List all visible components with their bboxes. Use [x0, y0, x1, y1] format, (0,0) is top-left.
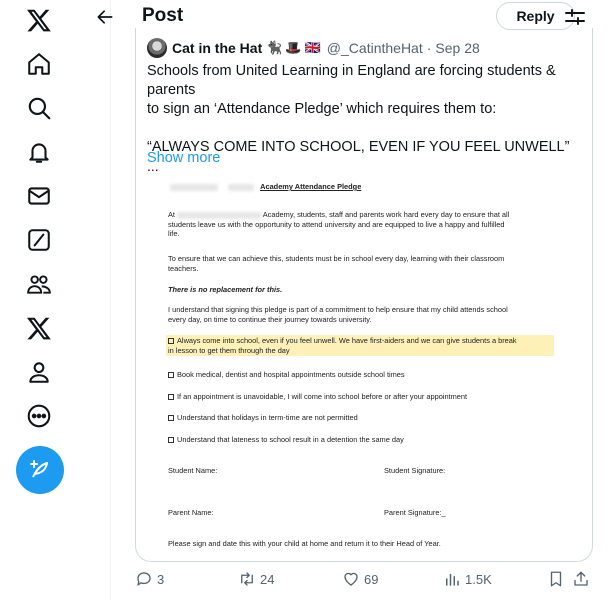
top-hat-emoji: 🎩 — [285, 40, 302, 56]
compose-post-button[interactable] — [16, 446, 64, 494]
doc-text: Book medical, dentist and hospital appoi… — [177, 370, 405, 379]
like-action[interactable]: 69 — [342, 570, 378, 588]
repost-action[interactable]: 24 — [238, 570, 274, 588]
share-action[interactable] — [572, 570, 594, 588]
column-divider — [110, 0, 111, 600]
text-line: to sign an ‘Attendance Pledge’ which req… — [147, 101, 497, 117]
doc-title: Academy Attendance Pledge — [260, 182, 362, 191]
avatar[interactable] — [147, 38, 167, 58]
x-logo-icon[interactable] — [19, 0, 59, 40]
doc-text: At — [168, 210, 175, 219]
doc-header: Academy Attendance Pledge — [170, 182, 361, 192]
views-action[interactable]: 1.5K — [443, 570, 492, 588]
separator-dot: · — [426, 40, 432, 56]
doc-text: Understand that lateness to school resul… — [177, 435, 404, 444]
doc-paragraph-4: I understand that signing this pledge is… — [168, 305, 578, 324]
communities-icon[interactable] — [19, 264, 59, 304]
post-date[interactable]: Sep 28 — [435, 40, 479, 56]
feather-plus-icon — [30, 460, 48, 478]
reply-count: 3 — [157, 571, 165, 587]
doc-text: Understand that holidays in term-time ar… — [177, 413, 358, 422]
settings-sliders-icon[interactable] — [563, 5, 587, 29]
doc-text: If an appointment is unavoidable, I will… — [177, 392, 468, 401]
doc-item: Understand that holidays in term-time ar… — [168, 413, 358, 423]
doc-item: Understand that lateness to school resul… — [168, 435, 404, 445]
bookmark-icon — [550, 571, 562, 587]
doc-text: every day, on time to continue their jou… — [168, 314, 372, 324]
text-line: Schools from United Learning in England … — [147, 63, 556, 98]
home-icon[interactable] — [19, 44, 59, 84]
doc-text: To ensure that we can achieve this, stud… — [168, 254, 505, 263]
doc-emphasis: There is no replacement for this. — [168, 285, 283, 294]
uk-flag-emoji: 🇬🇧 — [304, 40, 321, 56]
back-arrow-icon[interactable] — [93, 5, 117, 29]
notifications-bell-icon[interactable] — [19, 132, 59, 172]
doc-item: If an appointment is unavoidable, I will… — [168, 392, 467, 402]
post-actions-bar: 3 24 69 1.5K — [135, 570, 605, 592]
doc-text: teachers. — [168, 263, 199, 273]
doc-text: in lesson to get them through the day — [168, 345, 290, 355]
doc-text: I understand that signing this pledge is… — [168, 305, 508, 314]
doc-parent-signature: Parent Signature:_ — [384, 508, 446, 517]
checkbox-icon — [168, 415, 174, 421]
analytics-bars-icon — [446, 573, 459, 586]
more-icon[interactable] — [19, 396, 59, 436]
show-more-link[interactable]: Show more — [147, 150, 220, 166]
checkbox-icon — [168, 338, 174, 344]
premium-x-icon[interactable] — [19, 308, 59, 348]
doc-item: Book medical, dentist and hospital appoi… — [168, 370, 405, 380]
doc-parent-name: Parent Name: — [168, 508, 214, 517]
quoted-post-author: Cat in the Hat 🐈‍⬛ 🎩 🇬🇧 @_CatintheHat · … — [147, 38, 480, 58]
reply-action[interactable]: 3 — [135, 570, 164, 588]
doc-paragraph-2: To ensure that we can achieve this, stud… — [168, 254, 578, 273]
share-icon — [574, 571, 588, 586]
doc-student-signature: Student Signature: — [384, 466, 446, 475]
doc-footer: Please sign and date this with your chil… — [168, 539, 441, 548]
cat-emoji: 🐈‍⬛ — [266, 40, 283, 56]
like-count: 69 — [364, 571, 379, 587]
views-count: 1.5K — [465, 571, 492, 587]
checkbox-icon — [168, 372, 174, 378]
doc-text: Always come into school, even if you fee… — [177, 336, 517, 345]
author-name[interactable]: Cat in the Hat — [172, 40, 262, 56]
doc-student-name: Student Name: — [168, 466, 218, 475]
repost-count: 24 — [260, 571, 275, 587]
doc-text: students leave us with the opportunity t… — [168, 219, 505, 229]
reply-bubble-icon — [137, 572, 151, 586]
messages-envelope-icon[interactable] — [19, 176, 59, 216]
doc-paragraph-1: At Academy, students, staff and parents … — [168, 210, 578, 239]
page-title: Post — [142, 5, 184, 26]
search-icon[interactable] — [19, 88, 59, 128]
left-nav — [0, 0, 80, 600]
checkbox-icon — [168, 437, 174, 443]
author-handle[interactable]: @_CatintheHat — [327, 40, 423, 56]
checkbox-icon — [168, 394, 174, 400]
profile-icon[interactable] — [19, 352, 59, 392]
grok-icon[interactable] — [19, 220, 59, 260]
doc-highlighted-item: Always come into school, even if you fee… — [166, 335, 554, 356]
heart-icon — [344, 572, 358, 586]
repost-icon — [241, 572, 253, 586]
attendance-pledge-document-image[interactable]: Academy Attendance Pledge At Academy, st… — [162, 174, 580, 554]
doc-text: life. — [168, 229, 180, 238]
bookmark-action[interactable] — [547, 570, 569, 588]
doc-text: Academy, students, staff and parents wor… — [262, 210, 510, 219]
